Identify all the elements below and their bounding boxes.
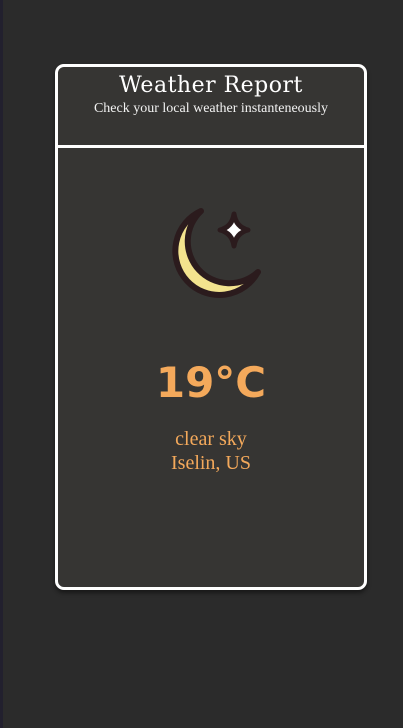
page-subtitle: Check your local weather instanteneously: [93, 101, 329, 116]
sparkle-icon: [217, 211, 251, 249]
temperature-value: 19°C: [155, 358, 267, 407]
weather-description: clear sky: [175, 428, 247, 450]
crescent-moon-icon: [154, 194, 268, 308]
card-header: Weather Report Check your local weather …: [58, 67, 364, 148]
location-label: Iselin, US: [171, 452, 251, 474]
page-title: Weather Report: [119, 73, 303, 98]
weather-card: Weather Report Check your local weather …: [55, 64, 367, 590]
window-edge: [0, 0, 3, 728]
